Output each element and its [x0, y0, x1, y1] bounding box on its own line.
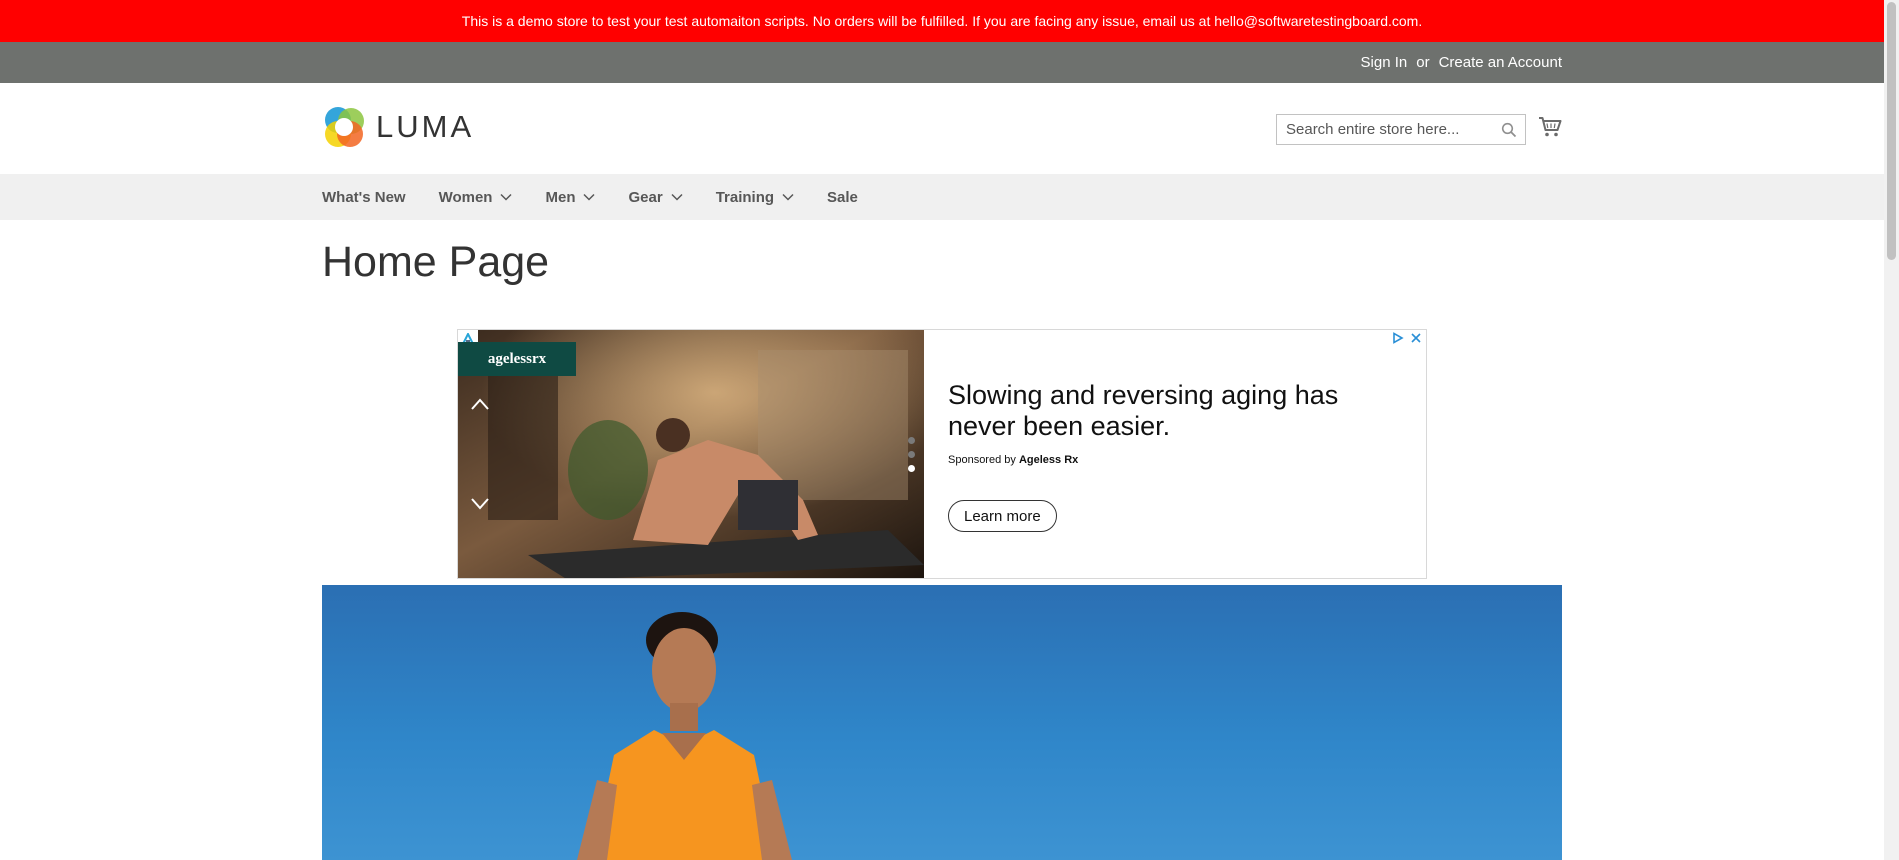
chevron-down-icon: [671, 193, 683, 201]
learn-more-button[interactable]: Learn more: [948, 500, 1057, 532]
ad-sponsor-name: Ageless Rx: [1018, 454, 1079, 466]
sponsored-ad[interactable]: agelessrx Slowing and reversing aging ha…: [457, 329, 1427, 579]
close-icon[interactable]: [1410, 331, 1422, 349]
nav-item-whats-new[interactable]: What's New: [322, 189, 406, 206]
chevron-down-icon[interactable]: [470, 497, 490, 516]
ad-controls: [1392, 331, 1422, 349]
nav-item-label: Women: [438, 188, 493, 206]
nav-item-training[interactable]: Training: [716, 189, 794, 206]
site-header: LUMA: [0, 83, 1884, 174]
ad-carousel-dot[interactable]: [908, 451, 915, 458]
ad-sponsor-prefix: Sponsored by: [948, 454, 1016, 466]
nav-item-label: Sale: [827, 188, 858, 206]
ad-sponsor-line: Sponsored by Ageless Rx: [948, 454, 1408, 466]
nav-item-sale[interactable]: Sale: [827, 189, 858, 206]
ad-image[interactable]: agelessrx: [458, 330, 924, 578]
search-icon[interactable]: [1501, 122, 1517, 143]
main-navigation: What's New Women Men Gear Training Sale: [0, 174, 1884, 220]
ad-carousel-dot-active[interactable]: [908, 465, 915, 472]
luma-logo[interactable]: LUMA: [322, 105, 474, 149]
or-separator: or: [1416, 54, 1430, 71]
cart-icon[interactable]: [1538, 116, 1562, 143]
ad-carousel-dots: [908, 437, 915, 472]
nav-item-label: Training: [715, 188, 775, 206]
chevron-down-icon: [782, 193, 794, 201]
ad-carousel-dot[interactable]: [908, 437, 915, 444]
nav-item-gear[interactable]: Gear: [628, 188, 683, 206]
create-account-link[interactable]: Create an Account: [1439, 54, 1562, 71]
demo-notice-bar: This is a demo store to test your test a…: [0, 0, 1884, 42]
account-panel: Sign In or Create an Account: [0, 42, 1884, 83]
search-box: [1276, 114, 1526, 145]
nav-item-women[interactable]: Women: [439, 189, 513, 206]
chevron-down-icon: [500, 193, 513, 201]
chevron-up-icon[interactable]: [470, 397, 490, 416]
demo-notice-text: This is a demo store to test your test a…: [461, 13, 1423, 29]
ad-info-icon[interactable]: [1392, 331, 1404, 349]
luma-logo-icon: [325, 107, 364, 147]
nav-item-label: What's New: [322, 188, 406, 206]
search-input[interactable]: [1277, 115, 1496, 144]
page-title: Home Page: [322, 238, 550, 286]
nav-item-men[interactable]: Men: [545, 188, 596, 206]
sign-in-link[interactable]: Sign In: [1361, 54, 1408, 71]
ad-copy: Slowing and reversing aging has never be…: [948, 380, 1408, 466]
scrollbar-thumb[interactable]: [1887, 2, 1896, 260]
nav-menu: What's New Women Men Gear Training Sale: [322, 174, 891, 220]
page-scrollbar[interactable]: [1884, 0, 1899, 860]
nav-item-label: Men: [545, 188, 576, 206]
ad-headline[interactable]: Slowing and reversing aging has never be…: [948, 380, 1408, 442]
account-links: Sign In or Create an Account: [1361, 42, 1562, 83]
hero-banner[interactable]: [322, 585, 1562, 860]
ad-brand-logo: agelessrx: [458, 342, 576, 376]
nav-item-label: Gear: [628, 188, 663, 206]
logo-text: LUMA: [376, 109, 475, 144]
chevron-down-icon: [583, 193, 596, 201]
